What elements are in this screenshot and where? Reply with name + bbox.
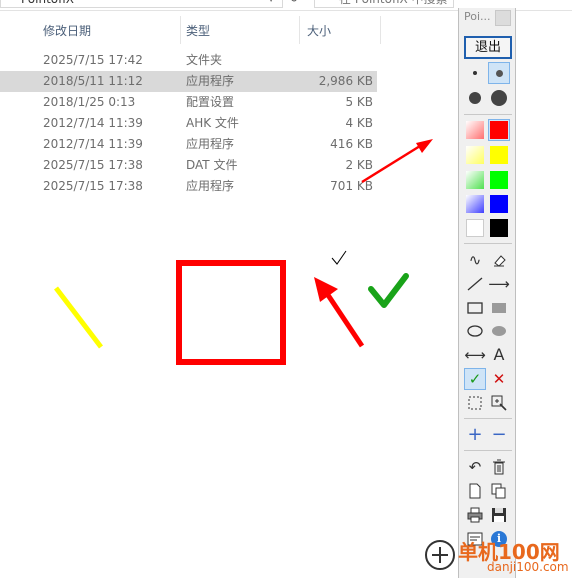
double-arrow-icon: ⟷ (464, 345, 486, 364)
line-icon (467, 277, 483, 291)
red-swatch (490, 121, 508, 139)
cross-icon: ✕ (492, 369, 506, 388)
highlighter-yellow-swatch[interactable] (466, 146, 484, 164)
freehand-button[interactable]: ∿ (464, 249, 486, 271)
check-stamp-button[interactable]: ✓ (464, 368, 486, 390)
freehand-icon: ∿ (468, 250, 482, 269)
increase-size-button[interactable]: + (464, 424, 486, 446)
small-pen-button[interactable] (464, 62, 486, 84)
line-button[interactable] (464, 273, 486, 295)
toolbar-close-button[interactable] (495, 10, 511, 26)
filled-rectangle-icon (492, 303, 506, 313)
zoom-icon (491, 395, 507, 411)
red-arrow-thin-drawing (361, 144, 421, 184)
plus-icon: + (467, 424, 483, 445)
print-button[interactable] (464, 504, 486, 526)
undo-icon: ↶ (468, 457, 482, 476)
green-swatch[interactable] (490, 171, 508, 189)
floppy-disk-icon (492, 508, 506, 522)
filled-ellipse-icon (492, 326, 506, 336)
small-dot-icon (473, 71, 477, 75)
red-arrow-drawing (323, 290, 365, 348)
eraser-button[interactable] (488, 249, 510, 271)
selection-icon (468, 396, 482, 410)
xlarge-dot-icon (491, 90, 507, 106)
exit-button[interactable]: 退出 (464, 36, 512, 59)
red-arrowhead-thin (416, 139, 433, 153)
watermark-url: danji100.com (487, 560, 569, 574)
copy-button[interactable] (488, 480, 510, 502)
decrease-size-button[interactable]: − (488, 424, 510, 446)
red-color-button[interactable] (488, 119, 510, 141)
red-arrowhead (314, 277, 338, 302)
highlighter-blue-swatch[interactable] (466, 195, 484, 213)
toolbar-divider (464, 114, 512, 115)
text-button[interactable]: A (488, 344, 510, 366)
toolbar-divider (464, 243, 512, 244)
select-area-button[interactable] (464, 392, 486, 414)
rectangle-icon (467, 302, 483, 314)
new-page-button[interactable] (464, 480, 486, 502)
undo-button[interactable]: ↶ (464, 456, 486, 478)
ellipse-icon (467, 325, 483, 337)
medium-dot-icon (495, 69, 503, 77)
large-pen-button[interactable] (464, 87, 486, 109)
filled-rectangle-button[interactable] (488, 297, 510, 319)
xlarge-pen-button[interactable] (488, 87, 510, 109)
arrow-right-icon: ⟶ (488, 274, 510, 293)
copy-icon (491, 483, 506, 499)
highlighter-green-swatch[interactable] (466, 171, 484, 189)
large-dot-icon (469, 92, 481, 104)
toolbar-divider (464, 450, 512, 451)
double-arrow-button[interactable]: ⟷ (464, 344, 486, 366)
ellipse-button[interactable] (464, 320, 486, 342)
save-button[interactable] (488, 504, 510, 526)
black-swatch[interactable] (490, 219, 508, 237)
white-swatch[interactable] (466, 219, 484, 237)
small-check-drawing (331, 250, 347, 265)
medium-pen-button[interactable] (488, 62, 510, 84)
rectangle-button[interactable] (464, 297, 486, 319)
blue-swatch[interactable] (490, 195, 508, 213)
delete-button[interactable] (488, 456, 510, 478)
trash-icon (493, 459, 505, 475)
red-rectangle-drawing (176, 260, 286, 365)
printer-icon (467, 507, 483, 523)
toolbar-divider (464, 418, 512, 419)
watermark-logo-icon (425, 540, 455, 570)
cross-stamp-button[interactable]: ✕ (488, 368, 510, 390)
eraser-icon (494, 255, 506, 267)
zoom-button[interactable] (488, 392, 510, 414)
yellow-swatch[interactable] (490, 146, 508, 164)
minus-icon: − (491, 424, 507, 445)
filled-ellipse-button[interactable] (488, 320, 510, 342)
check-icon: ✓ (468, 369, 482, 388)
highlighter-red-swatch[interactable] (466, 121, 484, 139)
text-tool-icon: A (493, 345, 505, 364)
new-page-icon (469, 483, 481, 499)
toolbar-title: Poi... (464, 10, 491, 23)
arrow-button[interactable]: ⟶ (488, 273, 510, 295)
green-check-drawing (368, 273, 409, 308)
yellow-line-drawing (54, 286, 103, 349)
